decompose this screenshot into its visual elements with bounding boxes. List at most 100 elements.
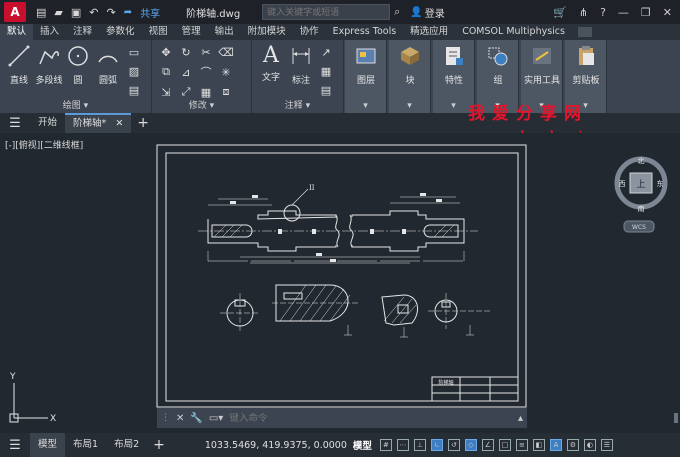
circle-button[interactable]: 圆 <box>66 44 90 86</box>
ribbon-tab-9[interactable]: Express Tools <box>326 24 404 40</box>
table-icon[interactable]: ▦ <box>318 63 334 79</box>
object-snap-tracking-icon[interactable]: ∠ <box>481 439 494 451</box>
command-input[interactable] <box>229 412 500 424</box>
arc-button[interactable]: 圆弧 <box>94 44 122 86</box>
clipboard-button[interactable]: 剪贴板 <box>565 44 607 86</box>
text-button[interactable]: A 文字 <box>258 44 284 84</box>
properties-button[interactable]: 特性 <box>437 44 471 86</box>
new-tab-icon[interactable]: + <box>137 115 149 131</box>
add-layout-icon[interactable]: + <box>153 437 165 453</box>
ribbon-tab-5[interactable]: 管理 <box>175 24 208 40</box>
block-dropdown-icon[interactable]: ▾ <box>389 101 430 111</box>
close-tab-icon[interactable]: ✕ <box>115 118 123 129</box>
markup-icon[interactable]: ▤ <box>318 82 334 98</box>
ribbon-tab-7[interactable]: 附加模块 <box>241 24 293 40</box>
line-icon <box>8 45 30 67</box>
help-icon[interactable]: ? <box>600 6 606 19</box>
rotate-icon[interactable]: ↻ <box>178 44 194 60</box>
minimize-icon[interactable]: — <box>618 6 629 19</box>
ribbon-tab-1[interactable]: 插入 <box>33 24 66 40</box>
ribbon-tab-6[interactable]: 输出 <box>208 24 241 40</box>
isodraft-icon[interactable]: ◇ <box>464 439 477 451</box>
lineweight-icon[interactable]: ≡ <box>515 439 528 451</box>
tab-layout2[interactable]: 布局2 <box>106 433 147 457</box>
share-icon[interactable]: ➦ <box>124 7 132 18</box>
layers-button[interactable]: 图层 <box>349 44 383 86</box>
workspace-icon[interactable]: ⚙ <box>566 439 579 451</box>
ortho-icon[interactable]: ∟ <box>430 439 443 451</box>
line-button[interactable]: 直线 <box>6 44 32 86</box>
rectangle-icon[interactable]: ▭ <box>126 44 142 60</box>
share-label[interactable]: 共享 <box>140 5 160 20</box>
layers-dropdown-icon[interactable]: ▾ <box>345 101 386 111</box>
ribbon-tab-0[interactable]: 默认 <box>0 24 34 40</box>
annotation-panel-title[interactable]: 注释 ▾ <box>252 98 343 111</box>
search-icon[interactable]: ⌕ <box>394 5 400 19</box>
snap-icon[interactable]: ⋯ <box>396 439 409 451</box>
ribbon-tab-2[interactable]: 注释 <box>66 24 99 40</box>
isolate-icon[interactable]: ◐ <box>583 439 596 451</box>
tab-current-drawing[interactable]: 阶梯轴* ✕ <box>65 113 132 133</box>
sheet-outer-border <box>156 144 527 408</box>
menu-icon[interactable]: ☰ <box>0 116 30 131</box>
polar-icon[interactable]: ↺ <box>447 439 460 451</box>
network-icon[interactable]: ⋔ <box>579 6 588 19</box>
login-button[interactable]: 👤 登录 <box>410 5 444 20</box>
trim-icon[interactable]: ✂ <box>198 44 214 60</box>
ribbon-minimize-icon[interactable] <box>577 27 592 37</box>
grid-icon[interactable]: # <box>379 439 392 451</box>
infer-icon[interactable]: ⊥ <box>413 439 426 451</box>
transparency-icon[interactable]: ◧ <box>532 439 545 451</box>
hatch-icon[interactable]: ▨ <box>126 63 142 79</box>
mirror-icon[interactable]: ⊿ <box>178 64 194 80</box>
block-panel[interactable]: 块 ▾ <box>389 40 431 113</box>
ribbon-tab-8[interactable]: 协作 <box>293 24 326 40</box>
leader-icon[interactable]: ↗ <box>318 44 334 60</box>
layers-panel[interactable]: 图层 ▾ <box>345 40 387 113</box>
command-expand-icon[interactable]: ▴ <box>518 413 523 424</box>
ribbon-tab-4[interactable]: 视图 <box>142 24 175 40</box>
ribbon-tab-11[interactable]: COMSOL Multiphysics <box>455 24 572 40</box>
model-space-toggle[interactable]: 模型 <box>353 438 372 452</box>
cart-icon[interactable]: 🛒 <box>553 6 567 19</box>
open-folder-icon[interactable]: ▰ <box>54 6 62 19</box>
redo-icon[interactable]: ↷ <box>107 6 116 19</box>
app-logo[interactable]: A <box>4 2 26 22</box>
dimension-button[interactable]: 标注 <box>288 44 314 86</box>
coordinates-readout[interactable]: 1033.5469, 419.9375, 0.0000 <box>205 440 347 451</box>
explode-icon[interactable]: ✳ <box>218 64 234 80</box>
status-menu-icon[interactable]: ☰ <box>0 438 30 453</box>
save-icon[interactable]: ▣ <box>71 6 81 19</box>
ribbon-tab-10[interactable]: 精选应用 <box>403 24 455 40</box>
annotation-panel: A 文字 标注 ↗ ▦ ▤ 注释 ▾ <box>252 40 344 113</box>
undo-icon[interactable]: ↶ <box>89 6 98 19</box>
fillet-icon[interactable]: ⌒ <box>198 64 214 80</box>
restore-icon[interactable]: ❐ <box>641 6 651 19</box>
move-icon[interactable]: ✥ <box>158 44 174 60</box>
ribbon-tab-3[interactable]: 参数化 <box>99 24 142 40</box>
tab-start[interactable]: 开始 <box>30 113 65 133</box>
modify-tools: ✥ ↻ ✂ ⌫ ⧉ ⊿ ⌒ ✳ ⇲ ⤢ ▦ ⧈ <box>158 44 234 100</box>
new-file-icon[interactable]: ▤ <box>36 6 46 19</box>
search-input[interactable] <box>262 4 391 20</box>
gradient-icon[interactable]: ▤ <box>126 82 142 98</box>
tab-layout1[interactable]: 布局1 <box>65 433 106 457</box>
draw-panel-title[interactable]: 绘图 ▾ <box>0 98 151 111</box>
polyline-button[interactable]: 多段线 <box>34 44 64 86</box>
command-grip-icon[interactable]: ⋮ <box>161 413 170 423</box>
drawing-canvas[interactable]: [-][俯视][二维线框] 阶梯轴 II Y X 上 北 南 西 东 WCS <box>0 133 680 433</box>
command-close-icon[interactable]: ✕ <box>176 413 184 424</box>
block-button[interactable]: 块 <box>393 44 427 86</box>
tab-model[interactable]: 模型 <box>30 433 66 457</box>
osnap-icon[interactable]: □ <box>498 439 511 451</box>
customize-icon[interactable]: ☰ <box>600 439 613 451</box>
annotation-scale-icon[interactable]: A <box>549 439 562 451</box>
erase-icon[interactable]: ⌫ <box>218 44 234 60</box>
copy-icon[interactable]: ⧉ <box>158 64 174 80</box>
close-icon[interactable]: ✕ <box>663 6 672 19</box>
command-customize-icon[interactable]: 🔧 <box>190 413 202 424</box>
command-history-icon[interactable]: ▭▾ <box>209 413 223 424</box>
utilities-button[interactable]: 实用工具 <box>521 44 563 86</box>
group-button[interactable]: 组 <box>481 44 515 86</box>
modify-panel-title[interactable]: 修改 ▾ <box>152 98 251 111</box>
